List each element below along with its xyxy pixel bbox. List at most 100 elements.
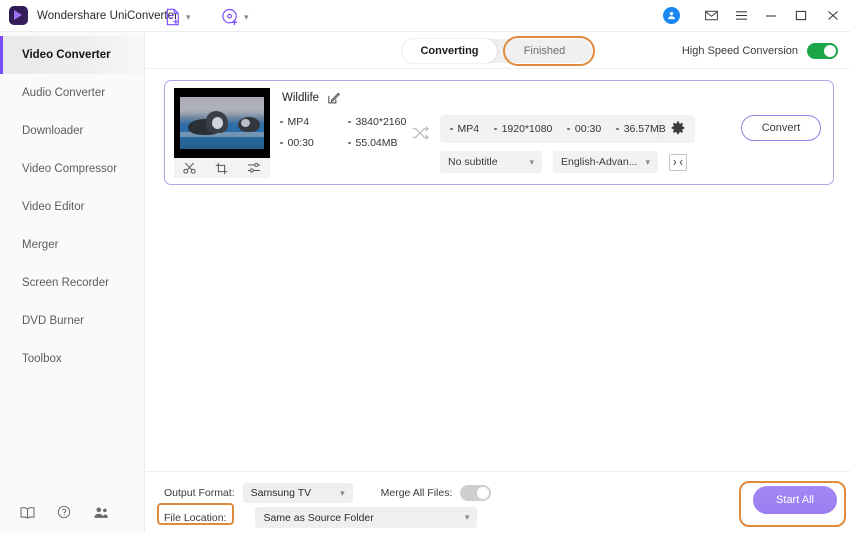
chevron-down-icon: ▾ bbox=[464, 512, 470, 522]
output-duration: 00:30 bbox=[567, 123, 601, 135]
chevron-down-icon: ▾ bbox=[645, 156, 650, 167]
window-controls bbox=[663, 0, 850, 32]
sidebar-item-video-editor[interactable]: Video Editor bbox=[0, 188, 144, 226]
source-metadata: MP4 00:30 3840*2160 55.04MB bbox=[280, 116, 406, 149]
trim-icon[interactable] bbox=[183, 162, 196, 174]
output-duration-value: 00:30 bbox=[574, 123, 602, 135]
edit-icon[interactable] bbox=[328, 92, 341, 104]
sidebar-item-label: Screen Recorder bbox=[22, 277, 109, 289]
swap-icon[interactable] bbox=[411, 125, 430, 142]
output-format-row: Output Format: Samsung TV ▾ Merge All Fi… bbox=[164, 483, 492, 503]
audio-track-dropdown[interactable]: English-Advan... ▾ bbox=[553, 151, 658, 173]
video-thumbnail-area bbox=[174, 88, 270, 178]
close-button[interactable] bbox=[816, 0, 850, 32]
convert-button[interactable]: Convert bbox=[741, 115, 821, 141]
sidebar-item-label: Video Compressor bbox=[22, 163, 118, 175]
bullet-dot bbox=[567, 127, 570, 131]
audio-track-value: English-Advan... bbox=[561, 156, 638, 168]
bullet-dot bbox=[348, 120, 351, 124]
gear-icon[interactable] bbox=[671, 121, 685, 135]
output-format-select[interactable]: Samsung TV ▾ bbox=[242, 483, 353, 503]
output-format-value: MP4 bbox=[457, 123, 480, 135]
app-window: Wondershare UniConverter Video Converter… bbox=[0, 0, 850, 533]
sidebar-item-merger[interactable]: Merger bbox=[0, 226, 144, 264]
sidebar-item-video-compressor[interactable]: Video Compressor bbox=[0, 150, 144, 188]
crop-icon[interactable] bbox=[215, 162, 228, 175]
expand-icon[interactable] bbox=[669, 153, 687, 171]
chevron-down-icon: ▾ bbox=[244, 12, 249, 22]
source-format: MP4 bbox=[280, 116, 342, 128]
bottom-bar: Output Format: Samsung TV ▾ Merge All Fi… bbox=[146, 471, 850, 533]
tab-finished[interactable]: Finished bbox=[497, 39, 592, 63]
subtitle-dropdown[interactable]: No subtitle ▾ bbox=[440, 151, 542, 173]
seal-highlight bbox=[212, 117, 223, 129]
main-content: Wildlife MP4 00:30 3840*2160 55.04MB MP4… bbox=[146, 69, 850, 471]
source-resolution-value: 3840*2160 bbox=[355, 116, 407, 128]
output-format-label: Output Format: bbox=[164, 487, 235, 499]
task-title-row: Wildlife bbox=[282, 92, 341, 104]
seal-highlight bbox=[241, 119, 250, 127]
toggle-knob bbox=[824, 45, 836, 57]
output-size-value: 36.57MB bbox=[623, 123, 666, 135]
chevron-down-icon: ▾ bbox=[340, 487, 345, 498]
effects-icon[interactable] bbox=[247, 162, 261, 174]
tab-converting[interactable]: Converting bbox=[402, 39, 497, 63]
app-logo-icon bbox=[9, 6, 28, 25]
merge-all-files-toggle[interactable] bbox=[460, 485, 492, 501]
source-resolution: 3840*2160 bbox=[348, 116, 406, 128]
status-tabs: Converting Finished bbox=[402, 39, 592, 63]
bullet-dot bbox=[450, 127, 453, 131]
help-icon[interactable] bbox=[57, 505, 71, 519]
add-file-icon bbox=[165, 8, 182, 26]
mail-icon[interactable] bbox=[696, 0, 726, 32]
toggle-knob bbox=[477, 487, 490, 499]
output-format-selected-value: Samsung TV bbox=[250, 487, 312, 499]
sidebar-item-label: DVD Burner bbox=[22, 315, 84, 327]
high-speed-conversion-label: High Speed Conversion bbox=[681, 45, 798, 57]
subtitle-audio-row: No subtitle ▾ English-Advan... ▾ bbox=[440, 151, 687, 173]
sidebar-item-label: Video Converter bbox=[22, 49, 111, 61]
bullet-dot bbox=[280, 120, 283, 124]
sidebar-item-toolbox[interactable]: Toolbox bbox=[0, 340, 144, 378]
maximize-button[interactable] bbox=[786, 0, 816, 32]
file-location-select[interactable]: Same as Source Folder ▾ bbox=[255, 507, 478, 528]
bullet-dot bbox=[494, 127, 497, 131]
output-resolution-value: 1920*1080 bbox=[501, 123, 553, 135]
sidebar: Video Converter Audio Converter Download… bbox=[0, 32, 145, 533]
sidebar-item-label: Merger bbox=[22, 239, 59, 251]
high-speed-conversion-toggle[interactable] bbox=[807, 43, 838, 59]
sidebar-item-screen-recorder[interactable]: Screen Recorder bbox=[0, 264, 144, 302]
file-location-selected-value: Same as Source Folder bbox=[263, 511, 374, 524]
output-resolution: 1920*1080 bbox=[494, 123, 552, 135]
menu-icon[interactable] bbox=[726, 0, 756, 32]
sidebar-item-video-converter[interactable]: Video Converter bbox=[0, 36, 144, 74]
sidebar-item-dvd-burner[interactable]: DVD Burner bbox=[0, 302, 144, 340]
sidebar-item-downloader[interactable]: Downloader bbox=[0, 112, 144, 150]
sidebar-item-label: Toolbox bbox=[22, 353, 62, 365]
source-duration-value: 00:30 bbox=[287, 137, 314, 149]
sidebar-item-label: Video Editor bbox=[22, 201, 85, 213]
chevron-down-icon: ▾ bbox=[529, 156, 534, 167]
output-format: MP4 bbox=[450, 123, 479, 135]
source-size: 55.04MB bbox=[348, 137, 406, 149]
bullet-dot bbox=[616, 127, 619, 131]
file-location-row: File Location: Same as Source Folder ▾ bbox=[164, 507, 478, 528]
source-format-value: MP4 bbox=[287, 116, 310, 128]
source-size-value: 55.04MB bbox=[355, 137, 398, 149]
merge-all-files-label: Merge All Files: bbox=[380, 487, 453, 499]
start-all-button[interactable]: Start All bbox=[753, 486, 837, 514]
sidebar-item-audio-converter[interactable]: Audio Converter bbox=[0, 74, 144, 112]
book-icon[interactable] bbox=[20, 506, 35, 519]
add-file-button[interactable]: ▾ bbox=[165, 8, 191, 26]
video-thumbnail[interactable] bbox=[174, 88, 270, 158]
task-title: Wildlife bbox=[282, 92, 320, 104]
minimize-button[interactable] bbox=[756, 0, 786, 32]
title-bar: Wondershare UniConverter bbox=[0, 0, 850, 32]
subtitle-value: No subtitle bbox=[448, 156, 498, 168]
sidebar-item-label: Audio Converter bbox=[22, 87, 106, 99]
community-icon[interactable] bbox=[93, 506, 109, 519]
bullet-dot bbox=[280, 141, 283, 145]
chevron-down-icon: ▾ bbox=[186, 11, 191, 22]
add-disc-button[interactable]: ▾ bbox=[221, 8, 249, 27]
account-avatar-icon[interactable] bbox=[663, 7, 680, 24]
